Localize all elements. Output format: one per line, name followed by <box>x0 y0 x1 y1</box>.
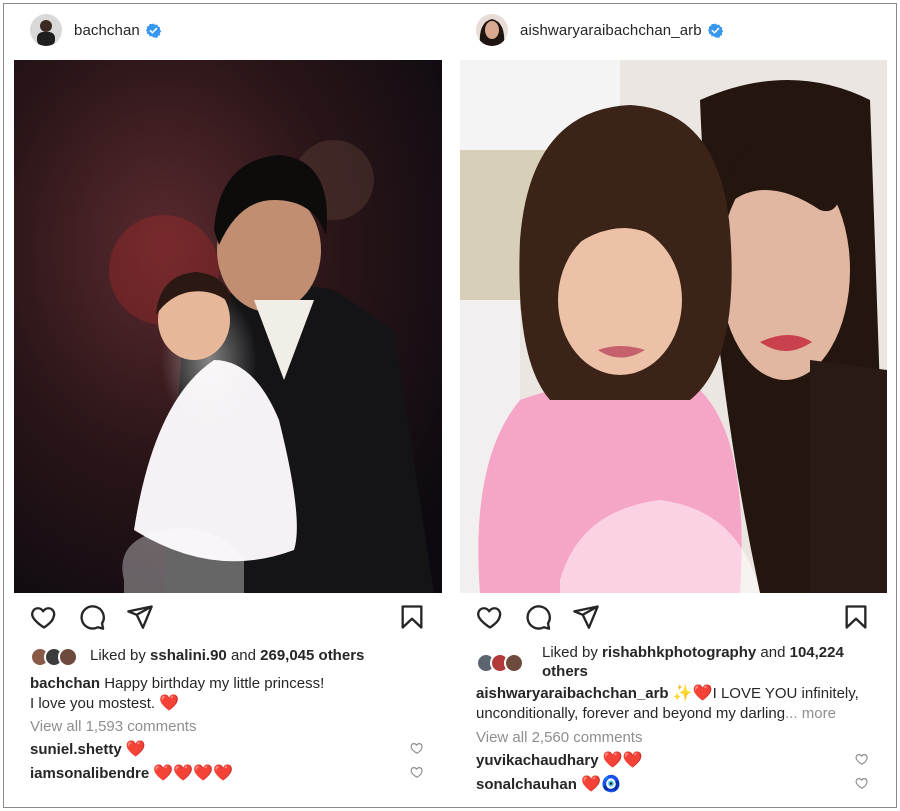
comment-text: ❤️ <box>125 741 146 758</box>
small-heart-icon[interactable] <box>855 752 869 766</box>
heart-icon[interactable] <box>476 603 504 631</box>
liked-by-user[interactable]: rishabhkphotography <box>602 644 756 661</box>
caption-emoji: ✨❤️ <box>672 685 713 702</box>
caption-user[interactable]: bachchan <box>30 675 100 692</box>
avatar[interactable] <box>476 14 508 46</box>
more-link[interactable]: ... more <box>785 705 836 722</box>
liked-by-user[interactable]: sshalini.90 <box>150 647 227 664</box>
bookmark-icon[interactable] <box>842 603 870 631</box>
comment: iamsonalibendre ❤️❤️❤️❤️ <box>30 764 233 784</box>
liked-by-avatars <box>30 647 88 667</box>
view-all-comments[interactable]: View all 2,560 comments <box>476 729 642 746</box>
caption-text: I LOVE YOU infinitely, <box>712 685 859 702</box>
comment-text: ❤️🧿 <box>581 776 621 793</box>
small-heart-icon[interactable] <box>410 741 424 755</box>
liked-by-prefix: Liked by <box>542 644 598 661</box>
post-header: bachchan <box>14 0 442 60</box>
like-count-suffix[interactable]: others <box>542 663 588 680</box>
caption-text: Happy birthday my little princess! <box>104 675 325 692</box>
comment-user[interactable]: sonalchauhan <box>476 776 577 793</box>
comment-text: ❤️❤️ <box>602 752 643 769</box>
like-count[interactable]: 269,045 others <box>260 647 364 664</box>
caption-user[interactable]: aishwaryaraibachchan_arb <box>476 685 669 702</box>
post-photo[interactable] <box>14 60 442 593</box>
share-icon[interactable] <box>572 603 600 631</box>
liked-by-prefix: Liked by <box>90 647 146 664</box>
username[interactable]: bachchan <box>74 22 140 39</box>
caption-emoji: ❤️ <box>159 695 180 712</box>
post-actions <box>14 603 442 633</box>
share-icon[interactable] <box>126 603 154 631</box>
view-all-comments[interactable]: View all 1,593 comments <box>30 718 196 735</box>
comment: sonalchauhan ❤️🧿 <box>476 775 621 795</box>
avatar[interactable] <box>30 14 62 46</box>
liked-by-avatars <box>476 653 534 673</box>
username[interactable]: aishwaryaraibachchan_arb <box>520 22 702 39</box>
post-header: aishwaryaraibachchan_arb <box>460 0 887 60</box>
liked-by: Liked by sshalini.90 and 269,045 others <box>30 647 364 667</box>
comment-user[interactable]: yuvikachaudhary <box>476 752 599 769</box>
caption-text-2: unconditionally, forever and beyond my d… <box>476 705 786 722</box>
post-actions <box>460 603 887 633</box>
comment-icon[interactable] <box>524 603 552 631</box>
verified-badge-icon <box>707 22 723 38</box>
post-aishwarya: aishwaryaraibachchan_arb Liked by rishab… <box>460 0 887 793</box>
small-heart-icon[interactable] <box>855 776 869 790</box>
heart-icon[interactable] <box>30 603 58 631</box>
comment-icon[interactable] <box>78 603 106 631</box>
avatar <box>504 653 524 673</box>
bookmark-icon[interactable] <box>398 603 426 631</box>
comment: suniel.shetty ❤️ <box>30 740 146 760</box>
caption: bachchan Happy birthday my little prince… <box>30 674 324 714</box>
post-bachchan: bachchan Liked by sshalini.90 and 269,04… <box>14 0 442 782</box>
liked-by-and: and <box>760 644 786 661</box>
caption: aishwaryaraibachchan_arb ✨❤️I LOVE YOU i… <box>476 684 859 724</box>
comment-user[interactable]: iamsonalibendre <box>30 765 149 782</box>
small-heart-icon[interactable] <box>410 765 424 779</box>
verified-badge-icon <box>145 22 161 38</box>
like-count[interactable]: 104,224 <box>790 644 844 661</box>
post-photo[interactable] <box>460 60 887 593</box>
liked-by: Liked by rishabhkphotography and 104,224… <box>476 643 844 681</box>
caption-text-2: I love you mostest. <box>30 695 156 712</box>
comment-user[interactable]: suniel.shetty <box>30 741 122 758</box>
avatar <box>58 647 78 667</box>
liked-by-and: and <box>230 647 256 664</box>
comment: yuvikachaudhary ❤️❤️ <box>476 751 643 771</box>
comment-text: ❤️❤️❤️❤️ <box>153 765 234 782</box>
